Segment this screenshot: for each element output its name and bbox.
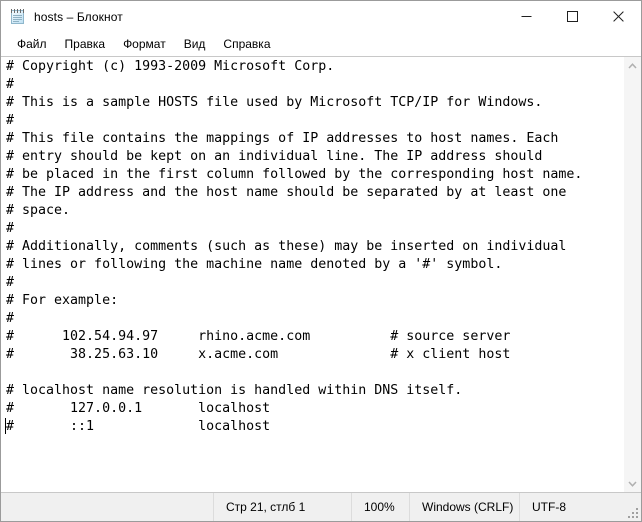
menu-bar: Файл Правка Формат Вид Справка (1, 32, 641, 56)
editor-area: # Copyright (c) 1993-2009 Microsoft Corp… (1, 56, 641, 493)
status-zoom-level[interactable]: 100% (351, 493, 409, 521)
notepad-window: hosts – Блокнот Файл Правка Формат Вид С… (0, 0, 642, 522)
title-bar-left: hosts – Блокнот (1, 8, 503, 25)
menu-item-view[interactable]: Вид (175, 34, 215, 55)
text-editor[interactable]: # Copyright (c) 1993-2009 Microsoft Corp… (1, 57, 623, 492)
maximize-button[interactable] (549, 1, 595, 32)
window-title: hosts – Блокнот (34, 9, 123, 24)
status-bar-spacer (1, 493, 213, 521)
minimize-button[interactable] (503, 1, 549, 32)
window-controls (503, 1, 641, 32)
title-bar[interactable]: hosts – Блокнот (1, 1, 641, 32)
scroll-down-button[interactable] (624, 475, 641, 492)
scrollbar-track[interactable] (624, 74, 641, 475)
vertical-scrollbar[interactable] (623, 57, 641, 492)
status-encoding[interactable]: UTF-8 (519, 493, 619, 521)
scroll-up-button[interactable] (624, 57, 641, 74)
document-text[interactable]: # Copyright (c) 1993-2009 Microsoft Corp… (6, 58, 623, 436)
maximize-icon (566, 11, 578, 22)
menu-item-format[interactable]: Формат (114, 34, 175, 55)
minimize-icon (521, 16, 531, 17)
status-bar: Стр 21, стлб 1 100% Windows (CRLF) UTF-8 (1, 493, 641, 521)
status-line-ending[interactable]: Windows (CRLF) (409, 493, 519, 521)
chevron-down-icon (628, 480, 637, 487)
text-caret (5, 418, 6, 434)
resize-grip[interactable] (628, 508, 638, 518)
menu-item-file[interactable]: Файл (8, 34, 56, 55)
menu-item-help[interactable]: Справка (214, 34, 279, 55)
close-button[interactable] (595, 1, 641, 32)
menu-item-edit[interactable]: Правка (56, 34, 115, 55)
notepad-icon (10, 8, 26, 25)
status-cursor-position: Стр 21, стлб 1 (213, 493, 351, 521)
close-icon (612, 11, 624, 22)
chevron-up-icon (628, 62, 637, 69)
